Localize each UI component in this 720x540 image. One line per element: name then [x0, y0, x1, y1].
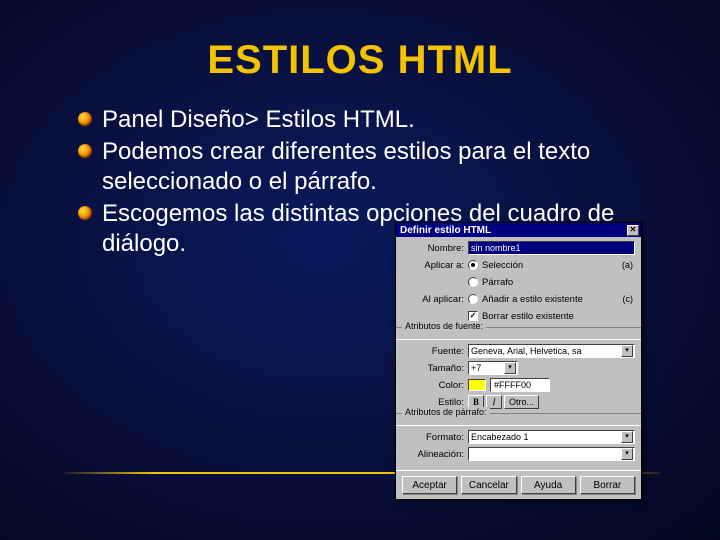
estilo-label: Estilo: [402, 397, 468, 408]
fuente-select[interactable]: Geneva, Arial, Helvetica, sa ▾ [468, 344, 635, 358]
chevron-down-icon[interactable]: ▾ [621, 345, 633, 357]
tamano-label: Tamaño: [402, 363, 468, 374]
radio-add-existing[interactable] [468, 294, 478, 304]
bullet-icon [78, 112, 92, 126]
alaplicar-hint: (c) [623, 294, 636, 304]
chevron-down-icon[interactable]: ▾ [504, 362, 516, 374]
alaplicar-label: Al aplicar: [402, 294, 468, 305]
radio-parrafo[interactable] [468, 277, 478, 287]
alineacion-select[interactable]: ▾ [468, 447, 635, 461]
fuente-label: Fuente: [402, 346, 468, 357]
checkbox-clear-existing[interactable] [468, 311, 478, 321]
aplicar-label: Aplicar a: [402, 260, 468, 271]
chevron-down-icon[interactable]: ▾ [621, 448, 633, 460]
borrar-button[interactable]: Borrar [580, 476, 635, 494]
close-button[interactable]: ✕ [627, 225, 639, 236]
section-font-attributes: Atributos de fuente: [396, 327, 641, 340]
slide-title: ESTILOS HTML [0, 0, 720, 83]
nombre-label: Nombre: [402, 243, 468, 254]
dialog-title: Definir estilo HTML [400, 225, 491, 236]
define-html-style-dialog: Definir estilo HTML ✕ Nombre: sin nombre… [395, 222, 642, 500]
color-label: Color: [402, 380, 468, 391]
bullet-text: Panel Diseño> Estilos HTML. [102, 106, 415, 133]
aplicar-hint: (a) [622, 260, 635, 270]
radio-add-existing-label: Añadir a estilo existente [482, 294, 583, 305]
formato-label: Formato: [402, 432, 468, 443]
radio-parrafo-label: Párrafo [482, 277, 513, 288]
formato-select[interactable]: Encabezado 1 ▾ [468, 430, 635, 444]
tamano-select[interactable]: +7 ▾ [468, 361, 518, 375]
ayuda-button[interactable]: Ayuda [521, 476, 576, 494]
color-hex-input[interactable]: #FFFF00 [490, 378, 550, 392]
nombre-input[interactable]: sin nombre1 [468, 241, 635, 255]
bullet-icon [78, 144, 92, 158]
other-style-button[interactable]: Otro... [504, 395, 539, 409]
chevron-down-icon[interactable]: ▾ [621, 431, 633, 443]
list-item: Panel Diseño> Estilos HTML. [78, 105, 655, 135]
dialog-button-row: Aceptar Cancelar Ayuda Borrar [396, 470, 641, 499]
cancelar-button[interactable]: Cancelar [461, 476, 516, 494]
checkbox-clear-existing-label: Borrar estilo existente [482, 311, 574, 322]
bullet-text: Podemos crear diferentes estilos para el… [102, 138, 590, 195]
section-paragraph-attributes: Atributos de párrafo: [396, 413, 641, 426]
color-swatch[interactable] [468, 379, 486, 391]
alineacion-label: Alineación: [402, 449, 468, 460]
radio-seleccion-label: Selección [482, 260, 523, 271]
aceptar-button[interactable]: Aceptar [402, 476, 457, 494]
radio-seleccion[interactable] [468, 260, 478, 270]
list-item: Podemos crear diferentes estilos para el… [78, 137, 655, 197]
dialog-titlebar[interactable]: Definir estilo HTML ✕ [396, 223, 641, 237]
bullet-icon [78, 206, 92, 220]
